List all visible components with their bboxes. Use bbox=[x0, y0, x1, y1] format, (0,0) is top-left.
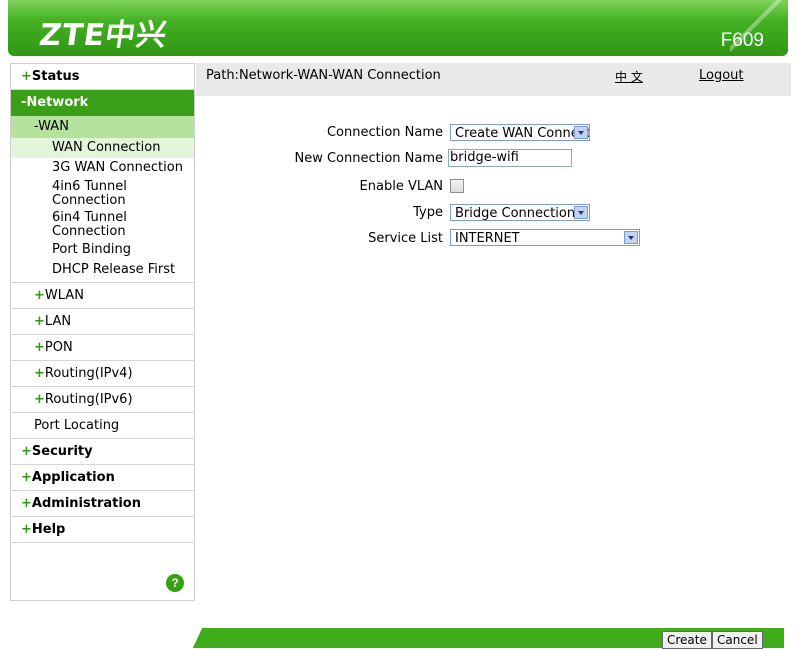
menu-6in4-tunnel[interactable]: 6in4 Tunnel Connection bbox=[11, 209, 194, 240]
language-link[interactable]: 中 文 bbox=[615, 68, 643, 85]
path-bar: Path:Network-WAN-WAN Connection 中 文 Logo… bbox=[196, 63, 791, 96]
enable-vlan-label: Enable VLAN bbox=[359, 179, 443, 194]
plus-icon: + bbox=[34, 366, 45, 381]
plus-icon: + bbox=[21, 522, 32, 537]
menu-port-locating[interactable]: Port Locating bbox=[11, 413, 194, 439]
dropdown-arrow-icon bbox=[574, 206, 588, 219]
create-button[interactable]: Create bbox=[662, 631, 712, 649]
header-decoration bbox=[730, 0, 790, 56]
menu-port-binding[interactable]: Port Binding bbox=[11, 240, 194, 260]
menu-administration[interactable]: +Administration bbox=[11, 491, 194, 517]
connection-name-select[interactable]: Create WAN Connection bbox=[450, 124, 590, 141]
logout-link[interactable]: Logout bbox=[699, 68, 744, 83]
plus-icon: + bbox=[34, 392, 45, 407]
menu-status[interactable]: +Status bbox=[11, 64, 194, 90]
type-label: Type bbox=[413, 205, 443, 220]
help-icon[interactable]: ? bbox=[166, 574, 184, 592]
enable-vlan-checkbox[interactable] bbox=[450, 179, 464, 193]
menu-wlan[interactable]: +WLAN bbox=[11, 283, 194, 309]
menu-dhcp-release-first[interactable]: DHCP Release First bbox=[11, 260, 194, 283]
plus-icon: + bbox=[34, 314, 45, 329]
menu-lan[interactable]: +LAN bbox=[11, 309, 194, 335]
menu-routing-ipv4[interactable]: +Routing(IPv4) bbox=[11, 361, 194, 387]
dropdown-arrow-icon bbox=[574, 126, 588, 139]
plus-icon: + bbox=[21, 444, 32, 459]
header-banner: ZTE中兴 F609 bbox=[8, 0, 790, 56]
plus-icon: + bbox=[34, 340, 45, 355]
sidebar: +Status -Network -WAN WAN Connection 3G … bbox=[10, 63, 195, 601]
dropdown-arrow-icon bbox=[624, 231, 638, 244]
service-list-select[interactable]: INTERNET bbox=[450, 229, 640, 246]
breadcrumb: Path:Network-WAN-WAN Connection bbox=[206, 68, 441, 83]
menu-3g-wan-connection[interactable]: 3G WAN Connection bbox=[11, 158, 194, 178]
menu-4in6-tunnel[interactable]: 4in6 Tunnel Connection bbox=[11, 178, 194, 209]
type-select[interactable]: Bridge Connection bbox=[450, 204, 590, 221]
plus-icon: + bbox=[34, 288, 45, 303]
menu-security[interactable]: +Security bbox=[11, 439, 194, 465]
connection-name-label: Connection Name bbox=[326, 125, 443, 140]
menu-help[interactable]: +Help bbox=[11, 517, 194, 543]
cancel-button[interactable]: Cancel bbox=[712, 631, 763, 649]
new-connection-name-input[interactable]: bridge-wifi bbox=[448, 149, 572, 167]
plus-icon: + bbox=[21, 496, 32, 511]
menu-wan-connection[interactable]: WAN Connection bbox=[11, 138, 194, 158]
zte-logo: ZTE中兴 bbox=[37, 18, 170, 53]
menu-routing-ipv6[interactable]: +Routing(IPv6) bbox=[11, 387, 194, 413]
menu-pon[interactable]: +PON bbox=[11, 335, 194, 361]
footer-decoration bbox=[180, 628, 220, 648]
new-connection-name-label: New Connection Name bbox=[294, 151, 443, 166]
plus-icon: + bbox=[21, 470, 32, 485]
menu-wan[interactable]: -WAN bbox=[11, 116, 194, 138]
plus-icon: + bbox=[21, 69, 32, 84]
service-list-label: Service List bbox=[368, 231, 443, 246]
menu-application[interactable]: +Application bbox=[11, 465, 194, 491]
menu-network[interactable]: -Network bbox=[11, 90, 194, 116]
